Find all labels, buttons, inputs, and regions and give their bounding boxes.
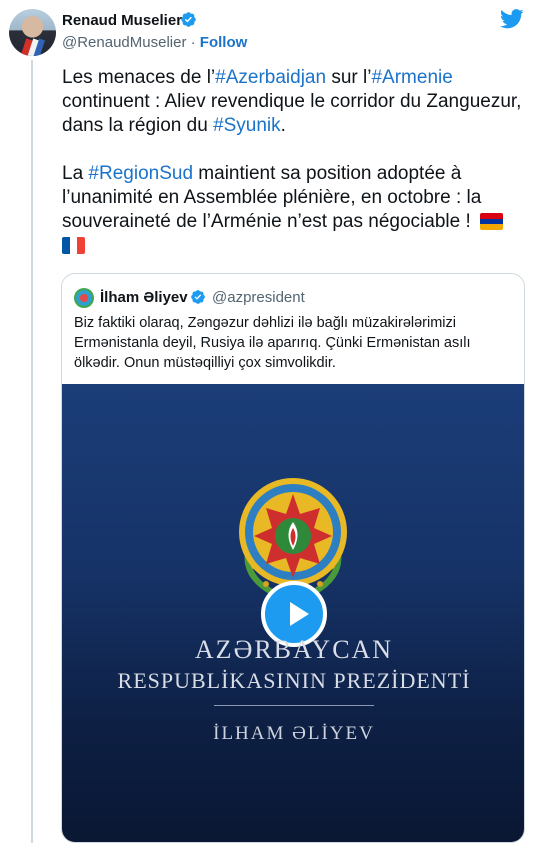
author-handle-line: @RenaudMuselier · Follow — [62, 34, 247, 51]
quoted-tweet-card[interactable]: İlham Əliyev @azpresident Biz faktiki ol… — [61, 273, 525, 843]
tweet-text-segment: sur l’ — [326, 67, 372, 88]
separator: · — [186, 34, 200, 51]
quoted-author-avatar[interactable] — [74, 288, 94, 308]
verified-badge-icon — [191, 290, 205, 304]
tweet-paragraph-1: Les menaces de l’#Azerbaidjan sur l’#Arm… — [62, 66, 524, 138]
hashtag-syunik[interactable]: #Syunik — [213, 115, 281, 136]
verified-badge-icon — [181, 12, 196, 27]
twitter-bird-icon[interactable] — [500, 9, 524, 29]
tweet-paragraph-2: La #RegionSud maintient sa position adop… — [62, 162, 524, 258]
video-media[interactable]: AZƏRBAYCAN RESPUBLİKASININ PREZİDENTİ İL… — [62, 384, 524, 842]
tweet-text-segment: La — [62, 163, 89, 184]
quoted-tweet-text: Biz faktiki olaraq, Zəngəzur dəhlizi ilə… — [74, 315, 471, 371]
video-title-line-3: İLHAM ƏLİYEV — [213, 723, 375, 744]
play-icon — [290, 602, 309, 626]
quoted-author-name[interactable]: İlham Əliyev — [100, 289, 188, 306]
tweet-text-segment: continuent : Aliev revendique le corrido… — [62, 91, 522, 136]
author-name[interactable]: Renaud Muselier — [62, 12, 182, 29]
follow-button[interactable]: Follow — [200, 34, 248, 51]
thread-line — [31, 60, 33, 843]
hashtag-armenie[interactable]: #Armenie — [371, 67, 452, 88]
tweet-text-segment: Les menaces de l’ — [62, 67, 216, 88]
author-handle[interactable]: @RenaudMuselier — [62, 34, 186, 51]
france-flag-icon — [62, 237, 85, 254]
video-title-line-2: RESPUBLİKASININ PREZİDENTİ — [117, 668, 471, 693]
author-avatar[interactable] — [9, 9, 56, 56]
hashtag-regionsud[interactable]: #RegionSud — [88, 163, 193, 184]
hashtag-azerbaidjan[interactable]: #Azerbaidjan — [215, 67, 326, 88]
tweet-text: Les menaces de l’#Azerbaidjan sur l’#Arm… — [62, 66, 524, 282]
armenia-flag-icon — [480, 213, 504, 230]
video-title-divider — [214, 705, 374, 706]
video-title-line-1: AZƏRBAYCAN — [194, 635, 394, 664]
tweet-text-segment: . — [280, 115, 286, 136]
quoted-author-handle[interactable]: @azpresident — [212, 289, 305, 306]
